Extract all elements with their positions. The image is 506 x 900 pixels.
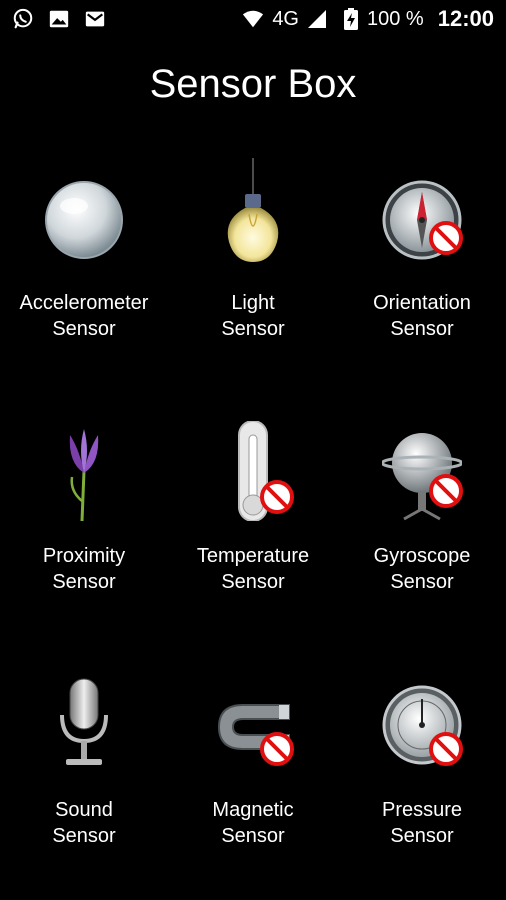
unavailable-icon xyxy=(429,474,463,508)
sensor-tile-temperature[interactable]: Temperature Sensor xyxy=(169,421,337,621)
wifi-icon xyxy=(243,10,264,28)
status-bar: 4G 100 % 12:00 xyxy=(0,0,506,38)
gmail-icon xyxy=(85,11,105,27)
sensor-label: Magnetic Sensor xyxy=(212,799,294,847)
unavailable-icon xyxy=(260,480,294,514)
sensor-label: Accelerometer Sensor xyxy=(19,292,149,340)
network-type: 4G xyxy=(272,7,299,30)
system-indicators: 4G 100 % 12:00 xyxy=(242,6,494,32)
sensor-label: Sound Sensor xyxy=(52,799,116,847)
sensor-label: Orientation Sensor xyxy=(373,292,471,340)
crystal-ball-icon xyxy=(45,181,123,259)
light-bulb-icon xyxy=(227,158,279,262)
signal-icon xyxy=(308,10,326,28)
sensor-tile-pressure[interactable]: Pressure Sensor xyxy=(338,675,506,875)
battery-percentage: 100 % xyxy=(367,7,424,30)
image-icon xyxy=(49,10,69,28)
sensor-tile-light[interactable]: Light Sensor xyxy=(169,158,337,368)
sensor-tile-gyroscope[interactable]: Gyroscope Sensor xyxy=(338,421,506,621)
microphone-icon xyxy=(60,678,108,765)
unavailable-icon xyxy=(429,732,463,766)
sensor-tile-accelerometer[interactable]: Accelerometer Sensor xyxy=(0,168,168,368)
battery-charging-icon xyxy=(344,8,358,30)
unavailable-icon xyxy=(260,732,294,766)
whatsapp-icon xyxy=(13,8,33,29)
unavailable-icon xyxy=(429,221,463,255)
notification-icons xyxy=(12,8,106,30)
sensor-label: Temperature Sensor xyxy=(196,545,310,593)
sensor-tile-orientation[interactable]: Orientation Sensor xyxy=(338,168,506,368)
sensor-label: Proximity Sensor xyxy=(42,545,126,593)
page-title: Sensor Box xyxy=(149,62,357,106)
sensor-tile-proximity[interactable]: Proximity Sensor xyxy=(0,421,168,621)
sensor-label: Gyroscope Sensor xyxy=(373,545,471,593)
flower-icon xyxy=(69,429,99,521)
sensor-label: Pressure Sensor xyxy=(381,799,463,847)
sensor-tile-magnetic[interactable]: Magnetic Sensor xyxy=(169,675,337,875)
sensor-label: Light Sensor xyxy=(221,292,285,340)
clock: 12:00 xyxy=(437,6,494,31)
sensor-tile-sound[interactable]: Sound Sensor xyxy=(0,675,168,875)
